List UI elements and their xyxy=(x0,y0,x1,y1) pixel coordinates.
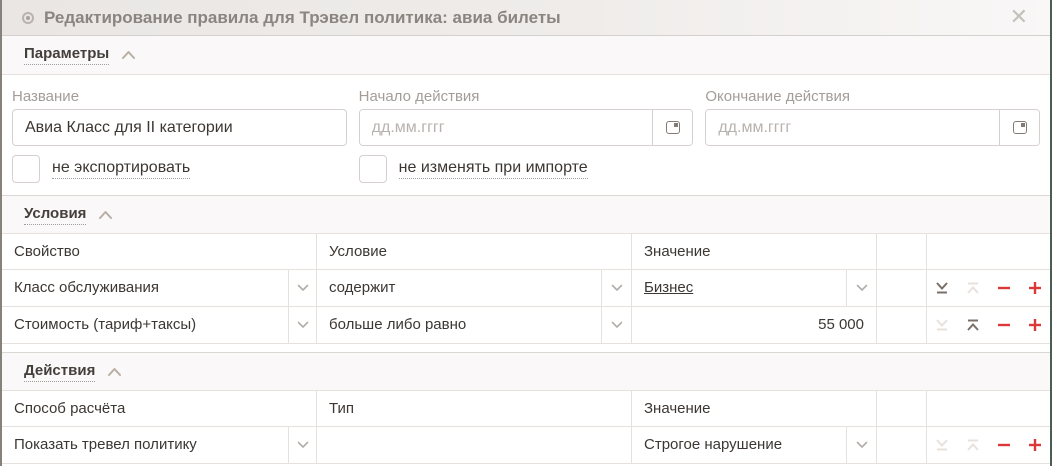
chevron-down-icon xyxy=(856,436,868,454)
property-select-toggle[interactable] xyxy=(289,270,317,307)
start-date-input[interactable] xyxy=(360,110,653,145)
chevron-down-icon xyxy=(297,279,309,297)
do-not-change-on-import-label[interactable]: не изменять при импорте xyxy=(399,159,588,179)
condition-select-value[interactable]: больше либо равно xyxy=(317,307,602,344)
conditions-section-title[interactable]: Условия xyxy=(24,205,86,225)
end-date-calendar-button[interactable] xyxy=(999,110,1039,145)
do-not-change-on-import-checkbox[interactable] xyxy=(359,155,387,183)
do-not-export-label[interactable]: не экспортировать xyxy=(52,159,190,179)
actions-table-header: Способ расчёта Тип Значение xyxy=(2,391,1050,427)
remove-row-icon[interactable] xyxy=(996,280,1012,296)
move-row-up-icon[interactable] xyxy=(965,317,981,333)
chevron-down-icon xyxy=(611,279,623,297)
end-date-label: Окончание действия xyxy=(705,87,1040,109)
remove-row-icon[interactable] xyxy=(996,317,1012,333)
property-select-value[interactable]: Стоимость (тариф+таксы) xyxy=(2,307,289,344)
parameters-fields: Название не экспортировать Начало действ… xyxy=(2,75,1050,195)
property-select-toggle[interactable] xyxy=(289,307,317,344)
row-actions xyxy=(927,427,1050,464)
column-header-type: Тип xyxy=(317,391,632,427)
dialog-titlebar: Редактирование правила для Трэвел полити… xyxy=(2,0,1050,36)
condition-row: Стоимость (тариф+таксы) больше либо равн… xyxy=(2,307,1050,344)
end-date-input[interactable] xyxy=(706,110,999,145)
remove-row-icon[interactable] xyxy=(996,437,1012,453)
value-select-value[interactable]: Строгое нарушение xyxy=(632,427,847,464)
method-select-value[interactable]: Показать тревел политику xyxy=(2,427,289,464)
chevron-up-icon xyxy=(107,367,122,377)
parameters-section-title[interactable]: Параметры xyxy=(24,45,109,65)
parameters-section-header[interactable]: Параметры xyxy=(2,36,1050,75)
method-select-toggle[interactable] xyxy=(289,427,317,464)
move-row-down-icon[interactable] xyxy=(934,280,950,296)
column-header-property: Свойство xyxy=(2,234,317,270)
conditions-section-header[interactable]: Условия xyxy=(2,195,1050,234)
value-select-toggle[interactable] xyxy=(847,427,877,464)
condition-select-toggle[interactable] xyxy=(602,270,632,307)
value-number-input[interactable]: 55 000 xyxy=(632,307,877,344)
end-date-field xyxy=(705,109,1040,146)
chevron-up-icon xyxy=(98,210,113,220)
chevron-up-icon xyxy=(121,50,136,60)
start-date-field xyxy=(359,109,694,146)
dialog-title: Редактирование правила для Трэвел полити… xyxy=(44,8,561,28)
spacer-cell xyxy=(877,427,927,464)
calendar-icon xyxy=(666,121,680,134)
row-actions xyxy=(927,307,1050,344)
condition-select-toggle[interactable] xyxy=(602,307,632,344)
spacer-cell xyxy=(877,307,927,344)
column-header-spacer xyxy=(877,234,927,270)
actions-section-header[interactable]: Действия xyxy=(2,352,1050,391)
chevron-down-icon xyxy=(297,316,309,334)
chevron-down-icon xyxy=(856,279,868,297)
circle-dot-icon xyxy=(22,12,34,24)
column-header-actions xyxy=(927,234,1050,270)
property-select-value[interactable]: Класс обслуживания xyxy=(2,270,289,307)
column-header-method: Способ расчёта xyxy=(2,391,317,427)
column-header-value: Значение xyxy=(632,391,877,427)
value-link-text[interactable]: Бизнес xyxy=(644,279,693,296)
actions-section-title[interactable]: Действия xyxy=(24,362,95,382)
chevron-down-icon xyxy=(297,436,309,454)
row-actions xyxy=(927,270,1050,307)
add-row-icon[interactable] xyxy=(1027,317,1043,333)
value-select-toggle[interactable] xyxy=(847,270,877,307)
action-row: Показать тревел политику Строгое нарушен… xyxy=(2,427,1050,464)
move-row-up-icon[interactable] xyxy=(965,437,981,453)
move-row-down-icon[interactable] xyxy=(934,437,950,453)
add-row-icon[interactable] xyxy=(1027,280,1043,296)
column-header-spacer xyxy=(877,391,927,427)
move-row-up-icon[interactable] xyxy=(965,280,981,296)
condition-select-value[interactable]: содержит xyxy=(317,270,602,307)
close-button[interactable]: ✕ xyxy=(1010,6,1028,28)
column-header-value: Значение xyxy=(632,234,877,270)
move-row-down-icon[interactable] xyxy=(934,317,950,333)
add-row-icon[interactable] xyxy=(1027,437,1043,453)
value-link: Бизнес xyxy=(632,270,847,307)
condition-row: Класс обслуживания содержит Бизнес xyxy=(2,270,1050,307)
section-gap xyxy=(2,344,1050,352)
start-date-calendar-button[interactable] xyxy=(652,110,692,145)
chevron-down-icon xyxy=(611,316,623,334)
column-header-condition: Условие xyxy=(317,234,632,270)
conditions-table-header: Свойство Условие Значение xyxy=(2,234,1050,270)
calendar-icon xyxy=(1013,121,1027,134)
name-input[interactable] xyxy=(12,109,347,146)
column-header-actions xyxy=(927,391,1050,427)
name-field-label: Название xyxy=(12,87,347,109)
spacer-cell xyxy=(877,270,927,307)
do-not-export-checkbox[interactable] xyxy=(12,155,40,183)
type-cell xyxy=(317,427,632,464)
start-date-label: Начало действия xyxy=(359,87,694,109)
